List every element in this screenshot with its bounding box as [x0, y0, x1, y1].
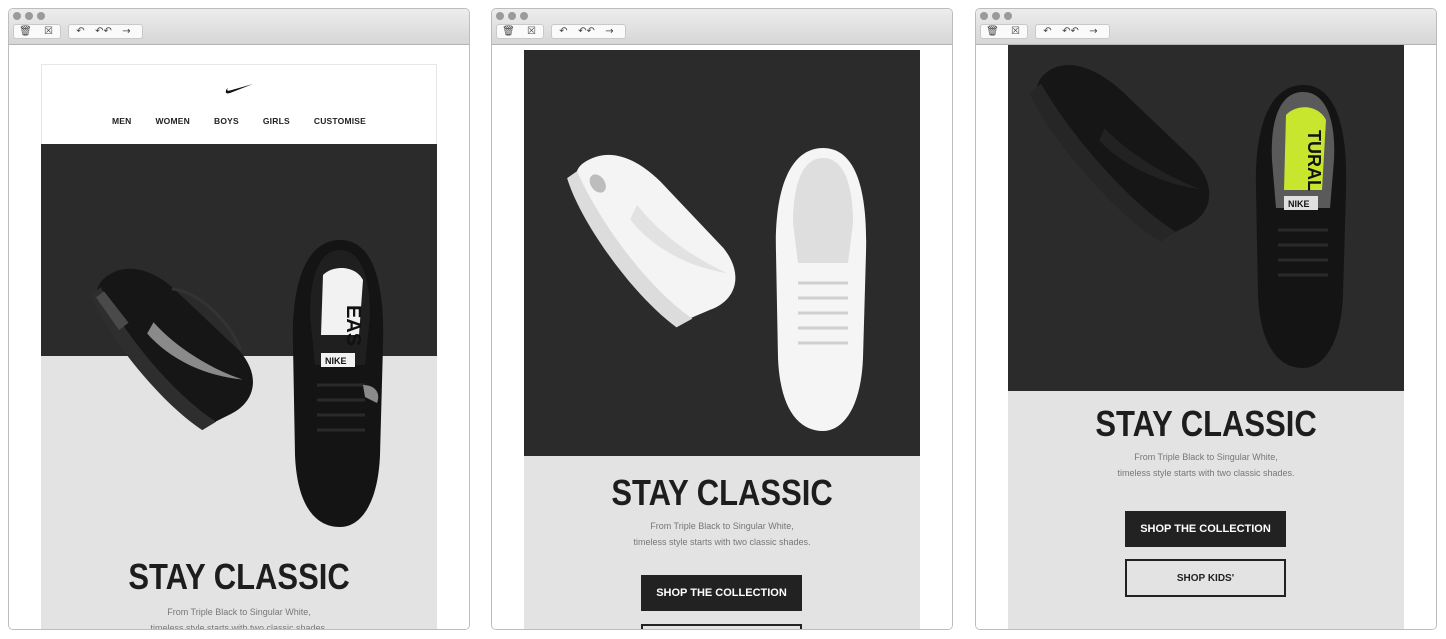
shop-kids-button[interactable]: SHOP KIDS'	[1125, 559, 1286, 597]
nav-customise[interactable]: CUSTOMISE	[314, 116, 366, 126]
window-controls	[980, 12, 1012, 20]
email-window-1: 🗑︎ ☒ ↶ ↶↶ → MEN WOMEN BOYS GIRLS CUSTOMI…	[8, 8, 470, 630]
insole-text: EAS	[342, 305, 364, 346]
black-volt-shoe-top-image[interactable]: TURAL NIKE	[1248, 80, 1360, 372]
shop-collection-button[interactable]: SHOP THE COLLECTION	[641, 575, 802, 611]
email-frame: TURAL NIKE STAY CLASSIC From Triple Blac…	[1008, 45, 1404, 629]
white-shoe-side-image[interactable]	[542, 93, 742, 383]
nike-swoosh-logo	[225, 84, 253, 94]
nav-women[interactable]: WOMEN	[155, 116, 190, 126]
reply-icon[interactable]: ↶	[1036, 25, 1059, 38]
email-frame: MEN WOMEN BOYS GIRLS CUSTOMISE EAS NIKE …	[41, 45, 437, 629]
email-header: MEN WOMEN BOYS GIRLS CUSTOMISE	[41, 64, 437, 144]
forward-icon[interactable]: →	[115, 25, 138, 38]
reply-all-icon[interactable]: ↶↶	[92, 25, 115, 38]
junk-icon[interactable]: ☒	[520, 25, 543, 38]
black-shoe-side-image[interactable]	[65, 210, 265, 480]
trash-icon[interactable]: 🗑︎	[497, 25, 520, 38]
subheadline-line-1: From Triple Black to Singular White,	[650, 521, 794, 531]
message-body: TURAL NIKE STAY CLASSIC From Triple Blac…	[976, 45, 1436, 629]
reply-all-icon[interactable]: ↶↶	[575, 25, 598, 38]
close-window-button[interactable]	[496, 12, 504, 20]
email-frame: STAY CLASSIC From Triple Black to Singul…	[524, 45, 920, 629]
reply-icon[interactable]: ↶	[69, 25, 92, 38]
nav-boys[interactable]: BOYS	[214, 116, 239, 126]
insole-volt-text: TURAL	[1304, 130, 1324, 191]
message-body: STAY CLASSIC From Triple Black to Singul…	[492, 45, 952, 629]
subheadline-line-1: From Triple Black to Singular White,	[1134, 452, 1278, 462]
minimize-window-button[interactable]	[992, 12, 1000, 20]
zoom-window-button[interactable]	[37, 12, 45, 20]
zoom-window-button[interactable]	[1004, 12, 1012, 20]
message-body: MEN WOMEN BOYS GIRLS CUSTOMISE EAS NIKE …	[9, 45, 469, 629]
headline: STAY CLASSIC	[128, 556, 350, 597]
shop-kids-button-partial[interactable]	[641, 624, 802, 629]
reply-group: ↶ ↶↶ →	[551, 24, 626, 39]
black-shoe-side-image[interactable]	[1022, 45, 1232, 305]
reply-group: ↶ ↶↶ →	[68, 24, 143, 39]
reply-all-icon[interactable]: ↶↶	[1059, 25, 1082, 38]
email-window-2: 🗑︎ ☒ ↶ ↶↶ → STAY CLASSIC From Triple Bla…	[491, 8, 953, 630]
close-window-button[interactable]	[980, 12, 988, 20]
subheadline-line-2: timeless style starts with two classic s…	[633, 537, 811, 547]
shop-collection-button[interactable]: SHOP THE COLLECTION	[1125, 511, 1286, 547]
trash-icon[interactable]: 🗑︎	[981, 25, 1004, 38]
reply-icon[interactable]: ↶	[552, 25, 575, 38]
window-titlebar: 🗑︎ ☒ ↶ ↶↶ →	[492, 9, 952, 45]
junk-icon[interactable]: ☒	[37, 25, 60, 38]
delete-junk-group: 🗑︎ ☒	[496, 24, 544, 39]
delete-junk-group: 🗑︎ ☒	[13, 24, 61, 39]
delete-junk-group: 🗑︎ ☒	[980, 24, 1028, 39]
headline: STAY CLASSIC	[611, 472, 833, 513]
subheadline-line-2: timeless style starts with two classic s…	[1117, 468, 1295, 478]
window-titlebar: 🗑︎ ☒ ↶ ↶↶ →	[976, 9, 1436, 45]
white-shoe-top-image[interactable]	[768, 143, 883, 435]
minimize-window-button[interactable]	[508, 12, 516, 20]
headline: STAY CLASSIC	[1095, 403, 1317, 444]
subheadline-line-2: timeless style starts with two classic s…	[150, 623, 328, 629]
junk-icon[interactable]: ☒	[1004, 25, 1027, 38]
window-controls	[13, 12, 45, 20]
forward-icon[interactable]: →	[598, 25, 621, 38]
email-nav: MEN WOMEN BOYS GIRLS CUSTOMISE	[42, 116, 436, 126]
window-titlebar: 🗑︎ ☒ ↶ ↶↶ →	[9, 9, 469, 45]
trash-icon[interactable]: 🗑︎	[14, 25, 37, 38]
subheadline-line-1: From Triple Black to Singular White,	[167, 607, 311, 617]
insole-brand-text: NIKE	[325, 356, 347, 366]
close-window-button[interactable]	[13, 12, 21, 20]
minimize-window-button[interactable]	[25, 12, 33, 20]
zoom-window-button[interactable]	[520, 12, 528, 20]
forward-icon[interactable]: →	[1082, 25, 1105, 38]
window-controls	[496, 12, 528, 20]
email-window-3: 🗑︎ ☒ ↶ ↶↶ → TURAL NIKE STAY CLASSIC From…	[975, 8, 1437, 630]
nav-men[interactable]: MEN	[112, 116, 132, 126]
insole-brand-text: NIKE	[1288, 199, 1310, 209]
nav-girls[interactable]: GIRLS	[263, 116, 290, 126]
black-shoe-top-image[interactable]: EAS NIKE	[285, 235, 405, 535]
reply-group: ↶ ↶↶ →	[1035, 24, 1110, 39]
